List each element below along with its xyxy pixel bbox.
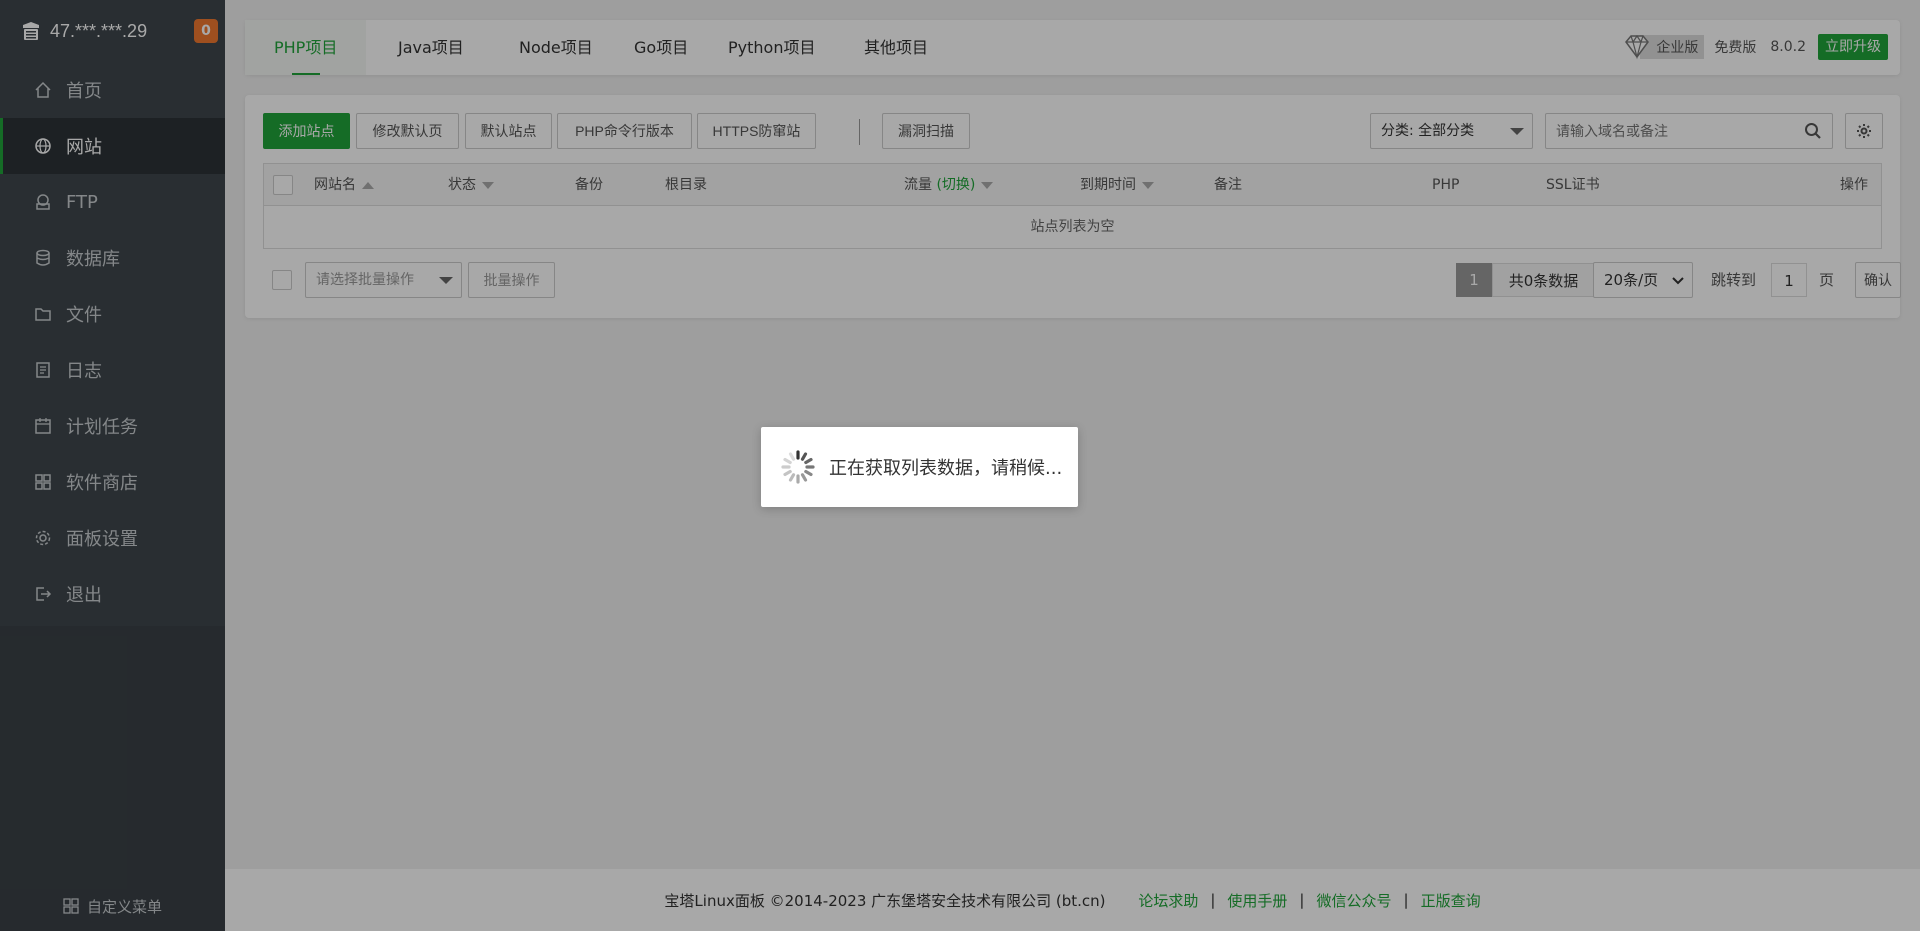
- loading-spinner-icon: [781, 450, 815, 484]
- loading-text: 正在获取列表数据，请稍候...: [829, 458, 1063, 479]
- loading-dialog: 正在获取列表数据，请稍候...: [761, 427, 1078, 507]
